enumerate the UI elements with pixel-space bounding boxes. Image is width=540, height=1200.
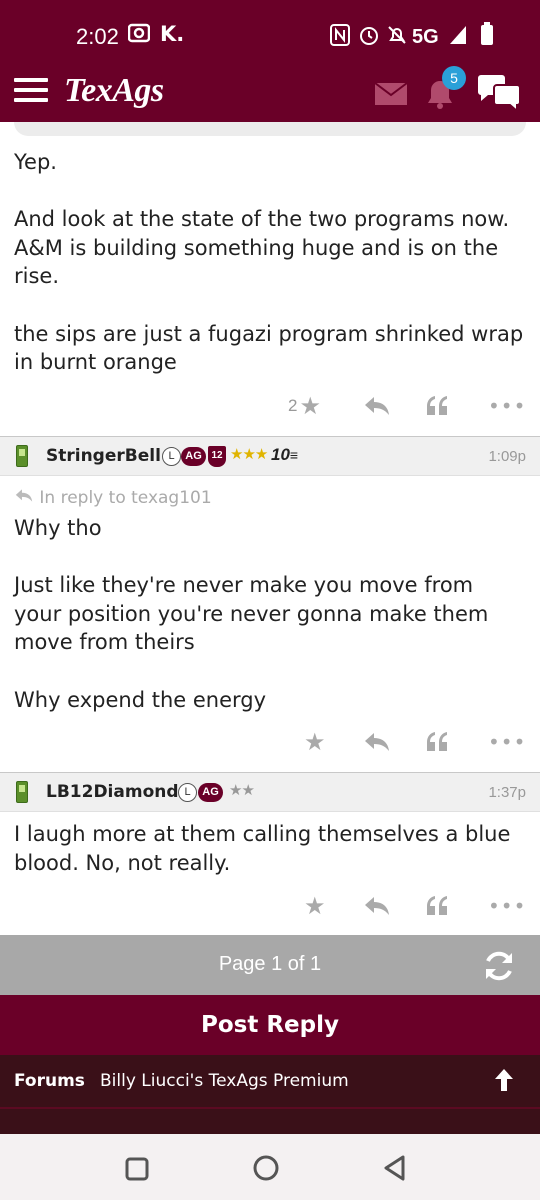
battery-icon	[480, 22, 494, 51]
breadcrumb-board[interactable]: Billy Liucci's TexAgs Premium	[100, 1071, 349, 1091]
mail-icon[interactable]	[374, 82, 408, 106]
post-time: 1:09p	[488, 448, 526, 465]
more-icon[interactable]: •••	[488, 888, 526, 924]
in-reply-to-link[interactable]: In reply to texag101	[14, 488, 212, 508]
more-icon[interactable]: •••	[488, 724, 526, 760]
in-reply-to-text: In reply to texag101	[39, 488, 212, 508]
lifetime-badge: L	[162, 447, 181, 466]
post-author-bar: LB12Diamond L AG ★★ 1:37p	[0, 772, 540, 812]
post-time: 1:37p	[488, 784, 526, 801]
back-icon[interactable]	[382, 1154, 408, 1182]
app-header: TexAgs 5	[0, 66, 540, 122]
reply-icon[interactable]	[364, 888, 390, 924]
k-app-icon: K.	[160, 22, 185, 46]
username[interactable]: StringerBell	[46, 446, 161, 466]
reply-icon[interactable]	[364, 724, 390, 760]
hamburger-icon[interactable]	[14, 78, 48, 108]
star-icon: ★	[299, 392, 321, 420]
post-body: Yep. And look at the state of the two pr…	[14, 150, 524, 375]
star-button[interactable]: 2★	[288, 388, 321, 424]
alarm-icon	[358, 24, 380, 51]
lifetime-badge: L	[178, 783, 197, 802]
texags-logo[interactable]: TexAgs	[64, 72, 164, 110]
mobile-phone-icon	[16, 445, 28, 467]
post-body: I laugh more at them calling themselves …	[14, 822, 518, 875]
network-type: 5G	[412, 26, 439, 48]
rank-stars: ★★	[229, 781, 255, 799]
username[interactable]: LB12Diamond	[46, 782, 179, 802]
status-bar: 2:02 K. 5G	[0, 0, 540, 68]
post-actions: ★ •••	[0, 888, 540, 924]
quote-icon[interactable]	[426, 888, 448, 924]
ag-badge: AG	[181, 447, 206, 466]
quote-icon[interactable]	[426, 724, 448, 760]
post-body: Why tho Just like they're never make you…	[14, 516, 489, 712]
reply-icon[interactable]	[364, 388, 390, 424]
page-indicator[interactable]: Page 1 of 1	[0, 953, 540, 976]
signal-icon	[448, 24, 468, 51]
rank-stars: ★★★	[230, 445, 268, 463]
notification-badge[interactable]: 5	[442, 66, 466, 90]
post-reply-button[interactable]: Post Reply	[0, 995, 540, 1055]
recents-icon[interactable]	[124, 1156, 150, 1182]
camera-status-icon	[127, 22, 151, 49]
star-count: 2	[288, 396, 298, 415]
home-icon[interactable]	[252, 1154, 280, 1182]
quote-icon[interactable]	[426, 388, 448, 424]
ten-badge: 10≡	[271, 445, 299, 464]
quoted-post-bubble	[14, 122, 526, 136]
ten-badge-label: 10	[271, 445, 290, 464]
chat-icon[interactable]	[476, 74, 522, 114]
system-nav-bar	[0, 1134, 540, 1200]
ag-badge: AG	[198, 783, 223, 802]
mute-icon	[386, 24, 408, 51]
star-icon[interactable]: ★	[304, 888, 326, 924]
mobile-phone-icon	[16, 781, 28, 803]
refresh-icon[interactable]	[482, 949, 516, 983]
post-author-bar: StringerBell L AG 12 ★★★ 10≡ 1:09p	[0, 436, 540, 476]
status-time: 2:02	[76, 24, 119, 49]
post-actions: ★ •••	[0, 724, 540, 760]
breadcrumb-forums[interactable]: Forums	[14, 1071, 85, 1091]
footer-strip	[0, 1107, 540, 1134]
more-icon[interactable]: •••	[488, 388, 526, 424]
breadcrumb: Forums Billy Liucci's TexAgs Premium	[0, 1055, 540, 1107]
arrow-up-icon[interactable]	[492, 1067, 516, 1093]
thread-content: Yep. And look at the state of the two pr…	[0, 122, 540, 935]
star-icon[interactable]: ★	[304, 724, 326, 760]
nfc-icon	[330, 24, 350, 51]
post-actions: 2★ •••	[0, 388, 540, 424]
pagination-bar: Page 1 of 1	[0, 935, 540, 995]
twelfth-man-shield-icon: 12	[208, 446, 226, 467]
